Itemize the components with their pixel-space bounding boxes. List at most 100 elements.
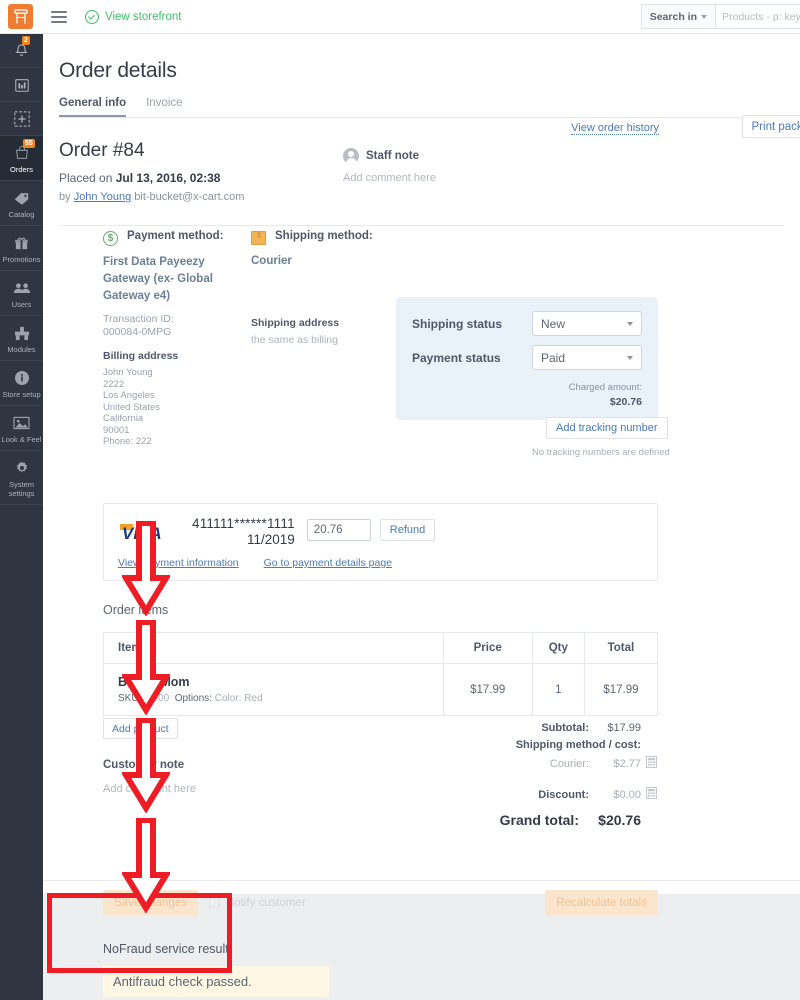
table-row: Binary Mom SKU 10000 Options: Color: Red… <box>104 663 658 716</box>
view-payment-information-link[interactable]: View payment information <box>118 557 239 569</box>
payment-method-value: First Data Payeezy Gateway (ex- Global G… <box>103 256 213 302</box>
order-items-table: Item Price Qty Total Binary Mom SKU 1000… <box>103 632 658 716</box>
hamburger-menu-icon[interactable] <box>51 10 67 23</box>
card-number: 411111******1111 <box>192 516 295 531</box>
refund-amount-input[interactable] <box>306 519 371 541</box>
sidebar: 2 55 Orders Catalog Promotions Users Mod… <box>0 34 43 1000</box>
notify-customer-checkbox[interactable]: Notify customer <box>208 896 306 909</box>
order-header: Order #84 Placed on Jul 13, 2016, 02:38 … <box>43 118 800 203</box>
sku-label: SKU <box>118 693 139 704</box>
billing-line-5: California <box>103 413 144 424</box>
view-storefront-link[interactable]: View storefront <box>85 9 182 24</box>
add-product-button[interactable]: Add product <box>103 718 178 739</box>
sidebar-item-system-settings[interactable]: System settings <box>0 451 43 505</box>
discount-value: $0.00 <box>613 788 641 801</box>
shipping-status-select[interactable]: New <box>532 311 642 336</box>
no-tracking-text: No tracking numbers are defined <box>532 447 670 458</box>
orders-badge: 55 <box>23 139 35 148</box>
payment-status-select[interactable]: Paid <box>532 345 642 370</box>
sidebar-item-notifications[interactable]: 2 <box>0 34 43 68</box>
sidebar-item-users[interactable]: Users <box>0 271 43 316</box>
customer-email: bit-bucket@x-cart.com <box>134 191 245 203</box>
search-input[interactable]: Products - p: key <box>716 5 800 28</box>
payment-transaction-id: 000084-0MPG <box>103 326 172 338</box>
orders-bag-icon <box>0 143 43 163</box>
charged-amount-label: Charged amount: <box>568 382 642 393</box>
checkbox-icon[interactable] <box>208 897 220 908</box>
billing-line-7: Phone: 222 <box>103 436 152 447</box>
column-price: Price <box>442 632 533 664</box>
visa-logo-icon: VISA <box>118 516 180 545</box>
sidebar-item-label-users: Users <box>11 300 32 309</box>
top-search[interactable]: Search in Products - p: key <box>640 4 800 29</box>
table-header-row: Item Price Qty Total <box>103 632 658 664</box>
promotions-gift-icon <box>0 233 43 253</box>
by-prefix: by <box>59 191 71 203</box>
view-storefront-label: View storefront <box>105 10 182 23</box>
payment-transaction: Transaction ID: 000084-0MPG <box>103 313 243 339</box>
sidebar-item-modules[interactable]: Modules <box>0 316 43 361</box>
notify-customer-label: Notify customer <box>225 896 306 909</box>
totals-courier-row: Courier: $2.77 <box>438 756 658 771</box>
sidebar-item-catalog[interactable]: Catalog <box>0 181 43 226</box>
cell-item: Binary Mom SKU 10000 Options: Color: Red <box>104 664 444 716</box>
shipping-method-title: Shipping method: <box>275 230 373 242</box>
charged-amount-block: Charged amount: $20.76 <box>412 382 642 408</box>
shipping-status-value: New <box>541 316 566 331</box>
sidebar-item-orders[interactable]: 55 Orders <box>0 136 43 181</box>
sidebar-item-promotions[interactable]: Promotions <box>0 226 43 271</box>
payment-method-title: Payment method: <box>127 230 224 242</box>
store-front-icon <box>0 75 43 95</box>
order-items-title: Order items <box>103 603 169 617</box>
page-title: Order details <box>59 59 177 82</box>
package-box-icon <box>251 231 266 245</box>
image-picture-icon <box>0 413 43 433</box>
placed-prefix: Placed on <box>59 171 113 185</box>
plus-add-icon <box>0 109 43 129</box>
catalog-tag-icon <box>0 188 43 208</box>
info-circle-icon <box>0 368 43 388</box>
customer-note-input[interactable]: Add comment here <box>103 783 196 795</box>
view-order-history-link[interactable]: View order history <box>571 122 659 135</box>
top-bar: View storefront Search in Products - p: … <box>0 0 800 34</box>
chevron-down-icon <box>627 321 633 326</box>
refund-button[interactable]: Refund <box>379 519 436 541</box>
charged-amount-value: $20.76 <box>609 396 642 408</box>
recalculate-totals-button[interactable]: Recalculate totals <box>545 890 658 915</box>
sidebar-item-add[interactable] <box>0 102 43 136</box>
users-group-icon <box>0 278 43 298</box>
grand-total-label: Grand total: <box>499 812 579 828</box>
staff-note-block: Staff note Add comment here <box>343 148 436 184</box>
sidebar-item-label-store-setup: Store setup <box>2 390 41 399</box>
payment-card-box: VISA 411111******1111 11/2019 Refund Vie… <box>103 503 658 581</box>
calculator-icon[interactable] <box>646 756 658 771</box>
search-scope-label: Search in <box>649 10 697 23</box>
tab-invoice[interactable]: Invoice <box>146 97 182 117</box>
customer-name-link[interactable]: John Young <box>74 191 132 203</box>
sidebar-item-store-setup[interactable]: Store setup <box>0 361 43 406</box>
sidebar-item-label-catalog: Catalog <box>8 210 35 219</box>
sidebar-item-look-and-feel[interactable]: Look & Feel <box>0 406 43 451</box>
totals-shipping-method-row: Shipping method / cost: <box>438 739 658 751</box>
payment-status-label: Payment status <box>412 350 501 365</box>
xcart-logo-icon[interactable] <box>8 4 33 29</box>
go-to-payment-details-link[interactable]: Go to payment details page <box>264 557 392 569</box>
add-tracking-number-button[interactable]: Add tracking number <box>546 417 668 439</box>
staff-note-input[interactable]: Add comment here <box>343 172 436 184</box>
discount-label: Discount: <box>538 788 589 801</box>
modules-puzzle-icon <box>0 323 43 343</box>
chevron-down-icon <box>701 14 707 19</box>
sidebar-item-storefront[interactable] <box>0 68 43 102</box>
column-qty: Qty <box>531 632 585 664</box>
shipping-method-block: Shipping method: Courier Shipping addres… <box>251 230 381 346</box>
options-value: Color: Red <box>214 693 263 704</box>
cell-total: $17.99 <box>583 663 658 716</box>
item-name[interactable]: Binary Mom <box>118 675 443 689</box>
save-changes-button[interactable]: Save changes <box>103 890 198 915</box>
search-scope-dropdown[interactable]: Search in <box>641 5 716 28</box>
calculator-icon[interactable] <box>646 787 658 802</box>
svg-text:VISA: VISA <box>122 524 162 542</box>
tab-general-info[interactable]: General info <box>59 97 127 117</box>
grand-total-value: $20.76 <box>598 812 641 828</box>
shipping-address-title: Shipping address <box>251 317 340 329</box>
